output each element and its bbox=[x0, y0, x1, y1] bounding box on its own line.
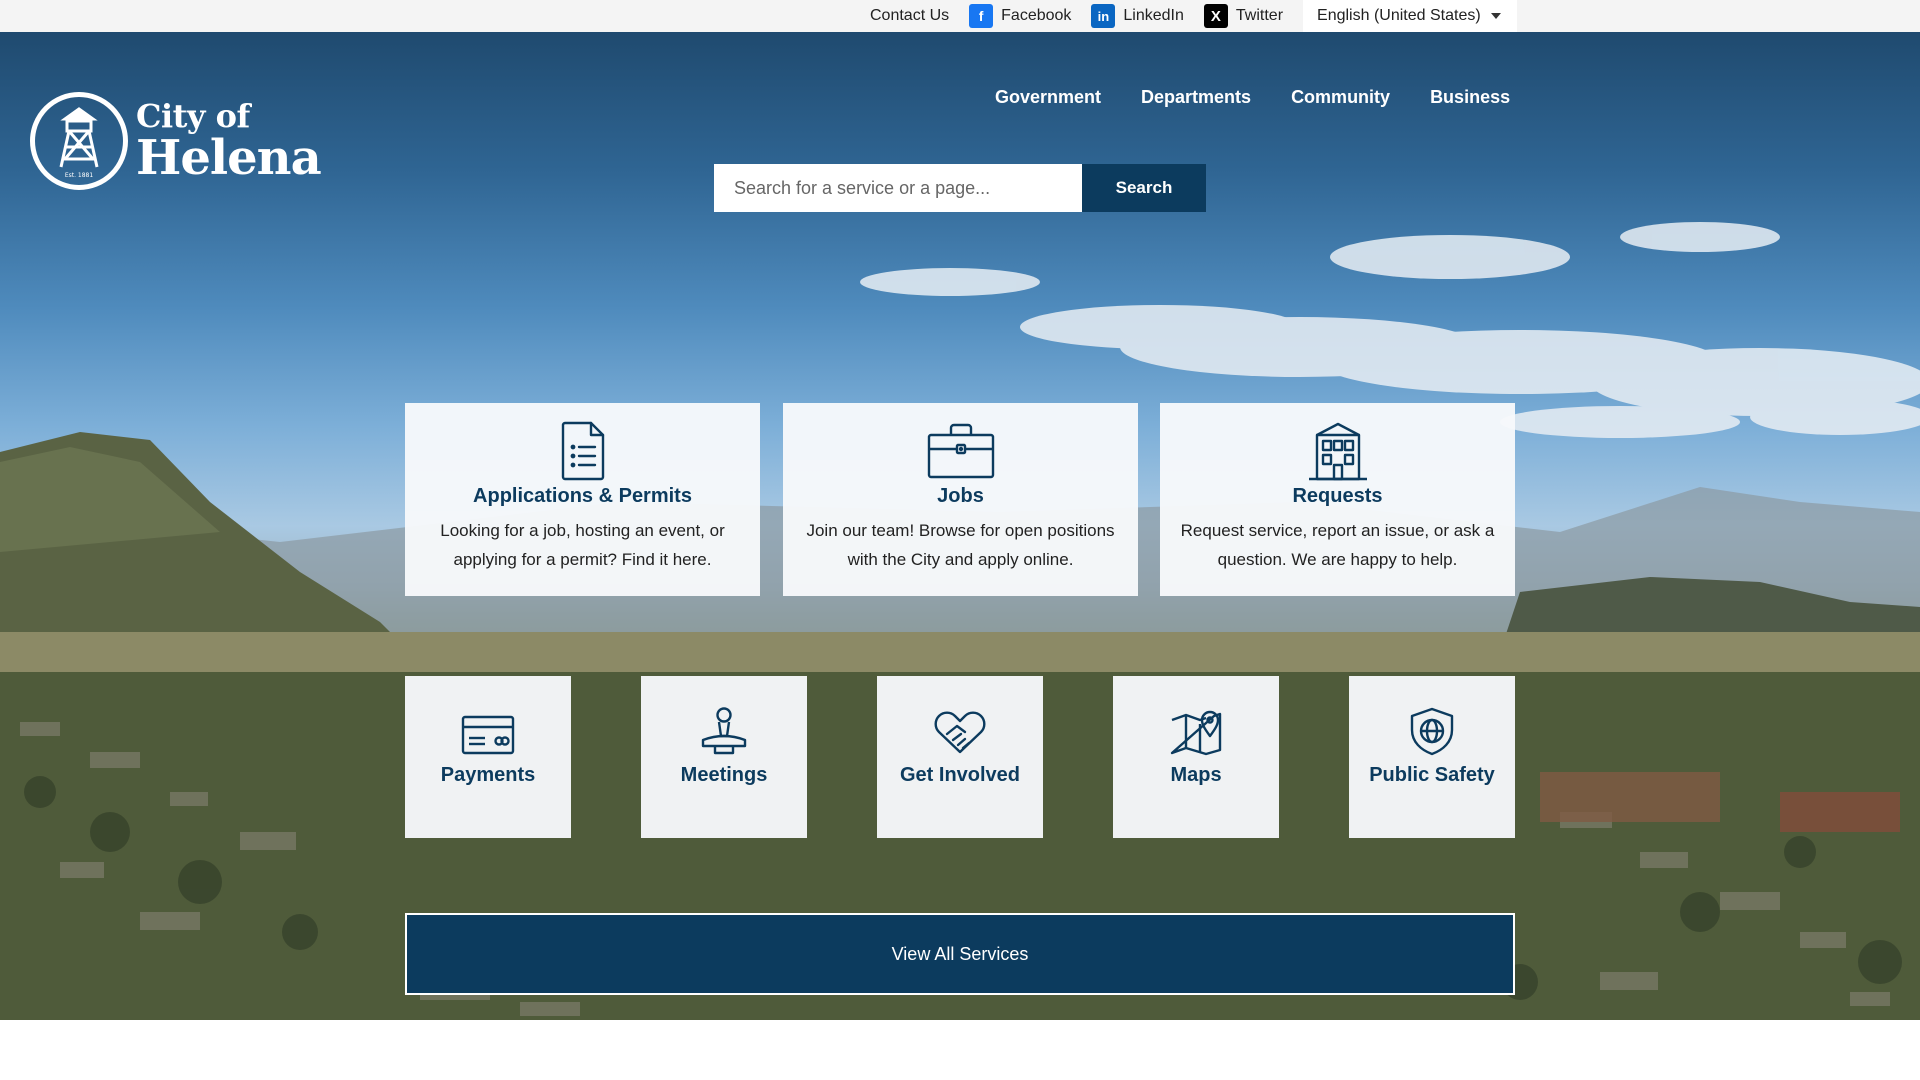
utility-bar: Contact Us f Facebook in LinkedIn X Twit… bbox=[0, 0, 1920, 32]
quick-link-get-involved[interactable]: Get Involved bbox=[877, 676, 1043, 838]
building-icon bbox=[1308, 422, 1367, 481]
x-icon: X bbox=[1203, 4, 1228, 28]
city-logo[interactable]: Est. 1881 City of Helena bbox=[30, 92, 322, 190]
view-all-services-button[interactable]: View All Services bbox=[405, 913, 1515, 995]
logo-line-1: City of bbox=[136, 97, 250, 135]
search-input[interactable] bbox=[714, 164, 1082, 212]
main-nav: Government Departments Community Busines… bbox=[995, 87, 1510, 108]
card-requests[interactable]: Requests Request service, report an issu… bbox=[1160, 403, 1515, 596]
card-description: Join our team! Browse for open positions… bbox=[806, 521, 1115, 569]
city-name: City of Helena bbox=[136, 97, 322, 186]
site-search: Search bbox=[714, 164, 1206, 212]
handshake-heart-icon bbox=[934, 711, 986, 754]
quick-link-label: Public Safety bbox=[1369, 764, 1495, 786]
fire-tower-seal-icon: Est. 1881 bbox=[30, 92, 128, 190]
quick-link-public-safety[interactable]: Public Safety bbox=[1349, 676, 1515, 838]
facebook-link[interactable]: f Facebook bbox=[969, 4, 1071, 28]
card-title: Jobs bbox=[937, 485, 984, 507]
card-title: Requests bbox=[1292, 485, 1383, 507]
nav-business[interactable]: Business bbox=[1430, 87, 1510, 108]
contact-us-link[interactable]: Contact Us bbox=[870, 7, 949, 25]
caret-down-icon bbox=[1490, 13, 1501, 19]
linkedin-icon: in bbox=[1091, 4, 1116, 28]
facebook-label: Facebook bbox=[1001, 7, 1072, 24]
globe-shield-icon bbox=[1410, 707, 1454, 756]
linkedin-label: LinkedIn bbox=[1123, 7, 1184, 24]
card-title: Applications & Permits bbox=[473, 485, 692, 507]
podium-icon bbox=[701, 707, 747, 755]
language-label: English (United States) bbox=[1317, 7, 1481, 24]
map-pin-icon bbox=[1170, 710, 1222, 756]
card-jobs[interactable]: Jobs Join our team! Browse for open posi… bbox=[783, 403, 1138, 596]
credit-card-icon bbox=[461, 715, 515, 755]
nav-community[interactable]: Community bbox=[1291, 87, 1390, 108]
card-applications-permits[interactable]: Applications & Permits Looking for a job… bbox=[405, 403, 760, 596]
nav-government[interactable]: Government bbox=[995, 87, 1101, 108]
quick-link-label: Payments bbox=[440, 764, 536, 786]
quick-link-maps[interactable]: Maps bbox=[1113, 676, 1279, 838]
document-list-icon bbox=[561, 421, 604, 481]
utility-links: Contact Us f Facebook in LinkedIn X Twit… bbox=[870, 0, 1517, 32]
search-button[interactable]: Search bbox=[1082, 164, 1206, 212]
logo-line-2: Helena bbox=[136, 130, 322, 186]
quick-link-meetings[interactable]: Meetings bbox=[641, 676, 807, 838]
card-description: Looking for a job, hosting an event, or … bbox=[440, 521, 725, 569]
quick-link-label: Maps bbox=[1170, 764, 1222, 786]
card-description: Request service, report an issue, or ask… bbox=[1180, 521, 1495, 569]
twitter-label: Twitter bbox=[1235, 7, 1284, 24]
language-select[interactable]: English (United States) bbox=[1303, 0, 1517, 32]
briefcase-icon bbox=[927, 423, 994, 479]
nav-departments[interactable]: Departments bbox=[1141, 87, 1251, 108]
twitter-link[interactable]: X Twitter bbox=[1203, 4, 1284, 28]
svg-text:Est. 1881: Est. 1881 bbox=[65, 172, 94, 179]
quick-link-label: Get Involved bbox=[899, 764, 1021, 786]
facebook-icon: f bbox=[969, 4, 994, 28]
quick-link-payments[interactable]: Payments bbox=[405, 676, 571, 838]
linkedin-link[interactable]: in LinkedIn bbox=[1091, 4, 1184, 28]
quick-link-label: Meetings bbox=[680, 764, 768, 786]
